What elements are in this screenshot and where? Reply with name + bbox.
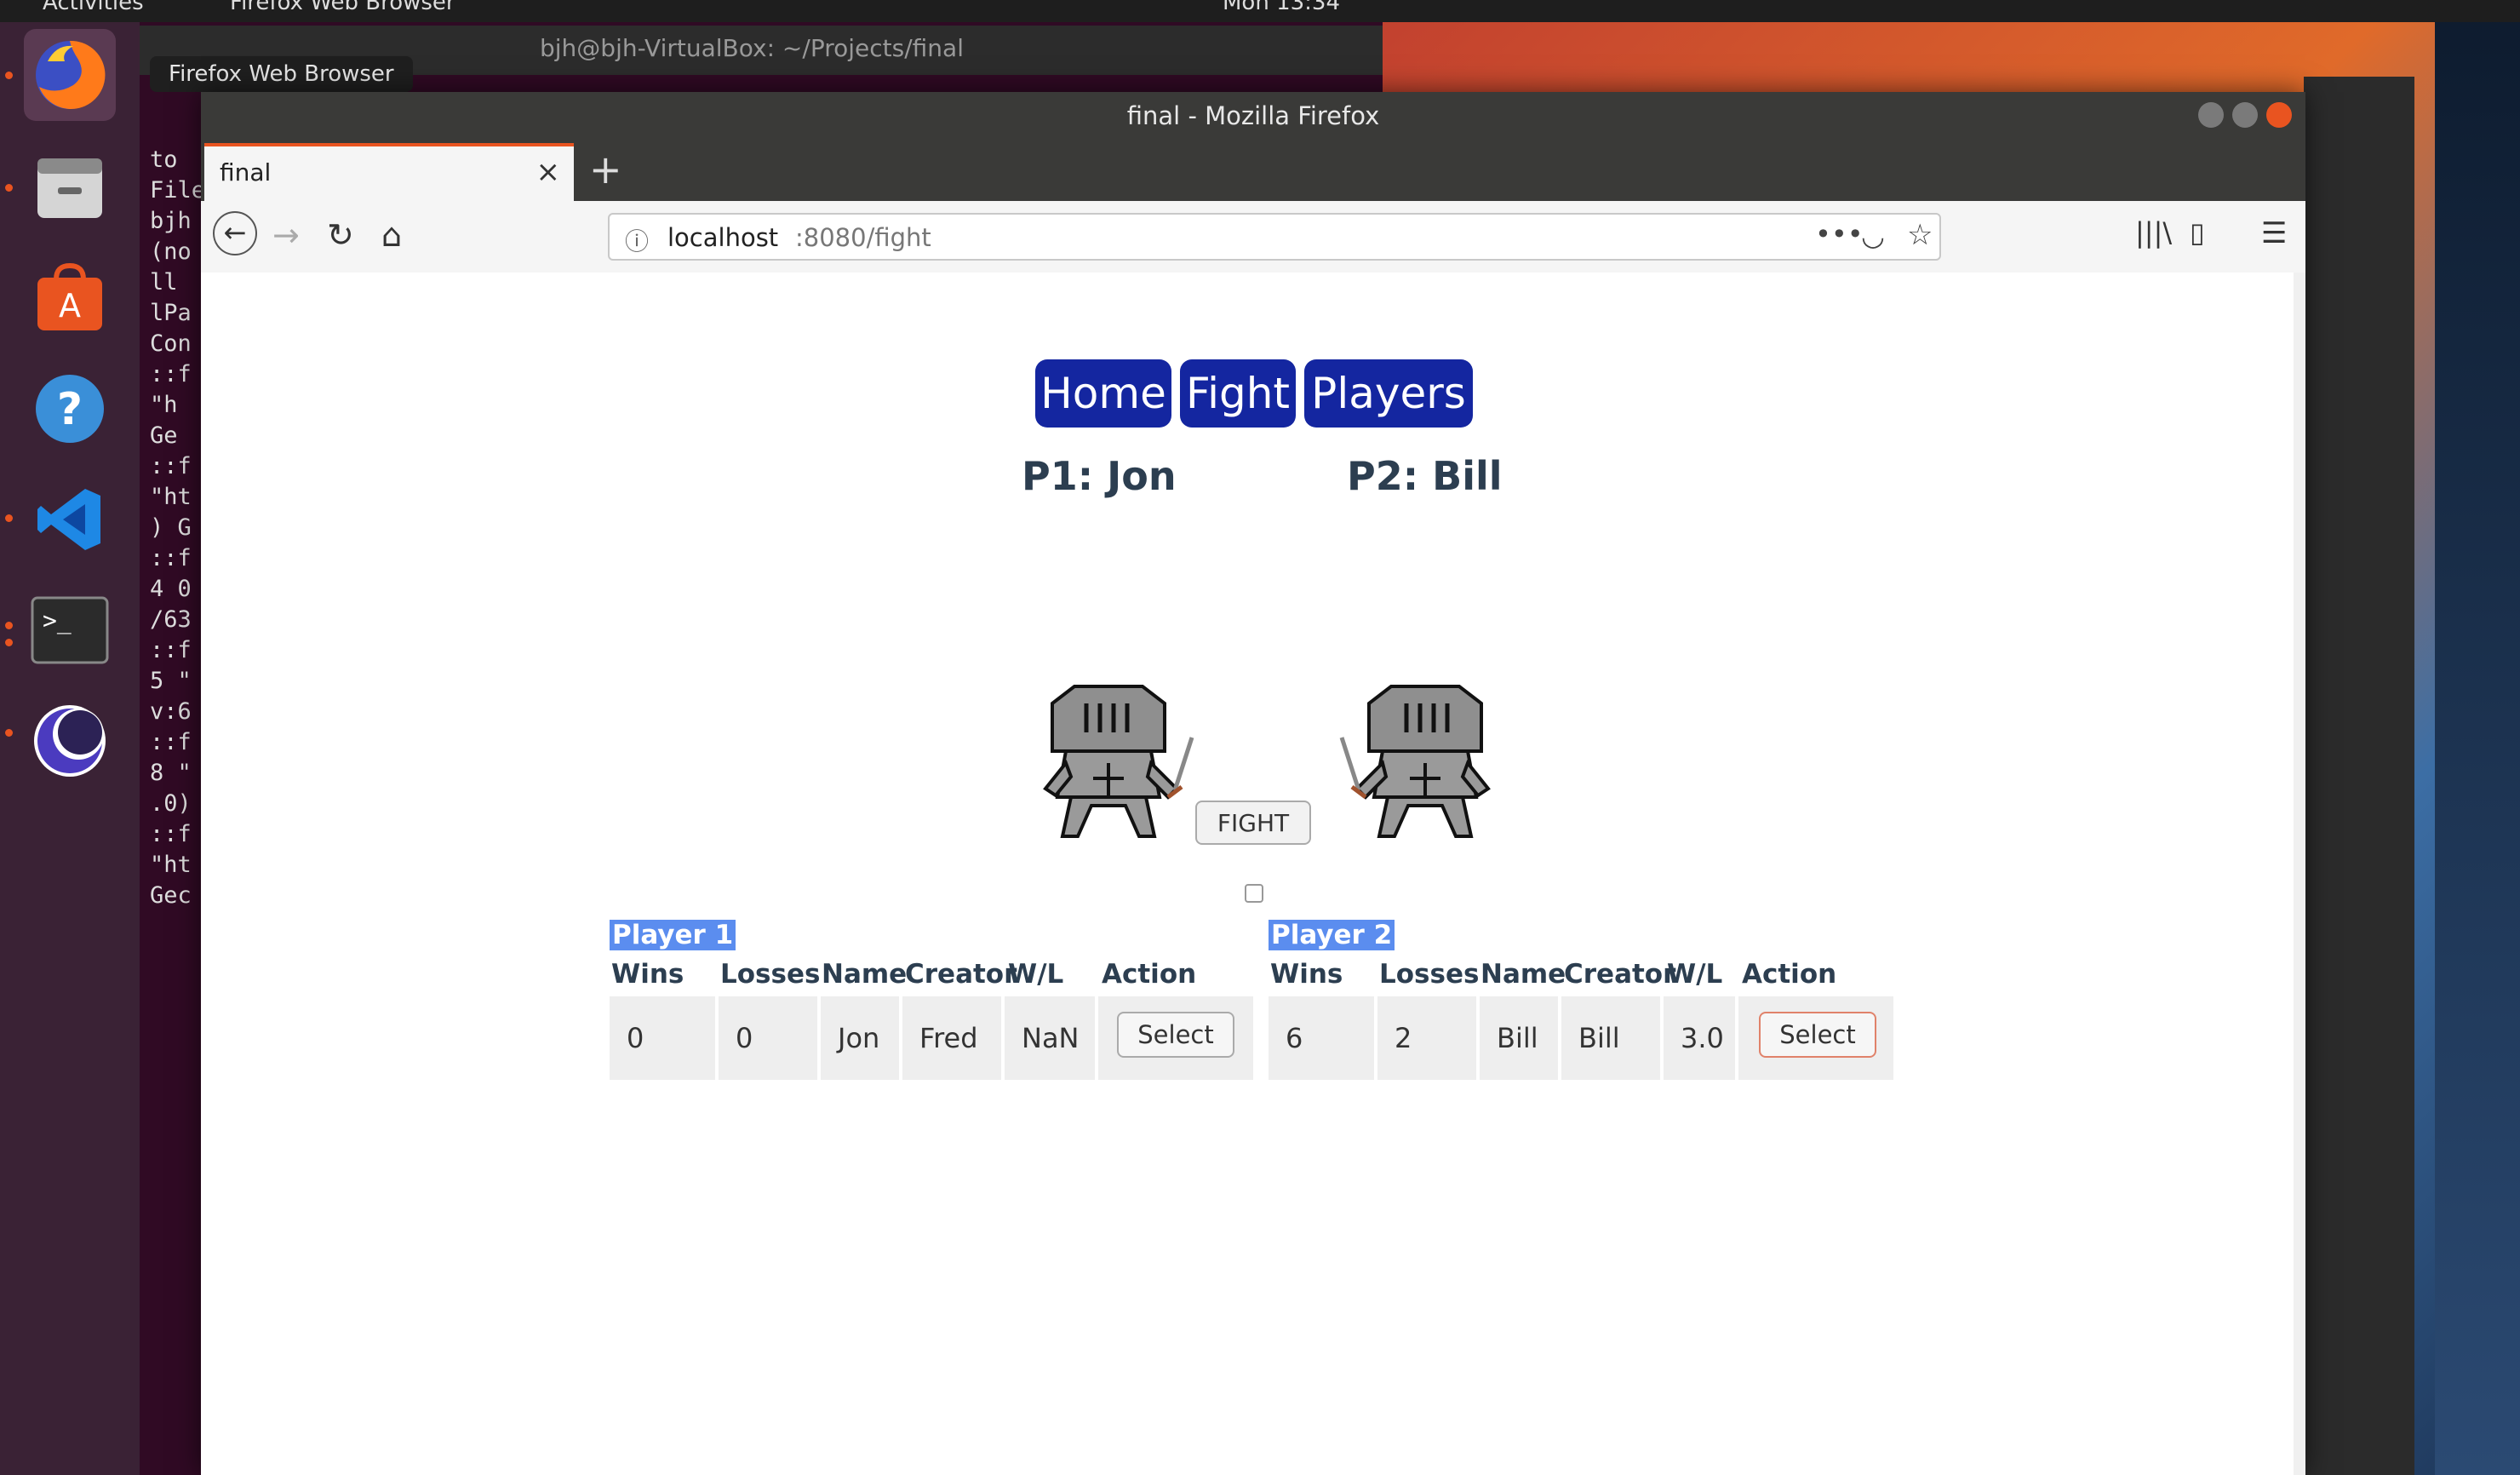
app-menu[interactable]: Firefox Web Browser — [230, 0, 455, 15]
software-icon[interactable]: A — [24, 252, 116, 344]
header-wl: W/L — [1008, 959, 1064, 990]
fight-button[interactable]: FIGHT — [1195, 801, 1311, 845]
running-indicator — [5, 729, 13, 737]
nav-players-button[interactable]: Players — [1304, 359, 1473, 428]
nav-fight-button[interactable]: Fight — [1180, 359, 1296, 428]
window-titlebar[interactable]: final - Mozilla Firefox — [201, 92, 2305, 140]
running-indicator — [5, 184, 13, 192]
url-bar[interactable]: ⓘ localhost :8080/fight ••• ◡ ☆ — [608, 213, 1941, 261]
menu-icon[interactable]: ☰ — [2261, 216, 2287, 250]
tab-final[interactable]: final × — [204, 143, 574, 201]
svg-text:?: ? — [57, 384, 83, 435]
new-tab-icon[interactable]: + — [589, 146, 622, 192]
tab-title: final — [220, 158, 272, 187]
home-icon[interactable]: ⌂ — [381, 216, 402, 254]
url-host: localhost — [667, 223, 779, 252]
player1-label: P1: Jon — [1022, 453, 1177, 499]
tab-close-icon[interactable]: × — [536, 155, 561, 189]
header-name: Name — [822, 959, 908, 990]
minimize-icon[interactable] — [2198, 102, 2224, 128]
cell-creator: Fred — [902, 996, 1001, 1080]
cell-wins: 6 — [1269, 996, 1374, 1080]
cell-creator: Bill — [1561, 996, 1660, 1080]
header-creator: Creator — [905, 959, 1017, 990]
player1-caption: Player 1 — [610, 920, 736, 950]
clock[interactable]: Mon 13:34 — [1223, 0, 1340, 15]
pocket-icon[interactable]: ◡ — [1861, 220, 1885, 252]
activities-button[interactable]: Activities — [43, 0, 144, 15]
back-icon[interactable]: ← — [213, 211, 257, 255]
running-indicator — [5, 514, 13, 522]
header-losses: Losses — [720, 959, 821, 990]
firefox-icon[interactable] — [24, 29, 116, 121]
bookmark-star-icon[interactable]: ☆ — [1907, 218, 1933, 252]
dock: A ? >_ — [0, 22, 140, 1475]
header-wins: Wins — [1270, 959, 1343, 990]
cell-wins: 0 — [610, 996, 715, 1080]
info-icon[interactable]: ⓘ — [625, 223, 649, 257]
svg-text:>_: >_ — [43, 606, 72, 635]
terminal-title: bjh@bjh-VirtualBox: ~/Projects/final — [540, 34, 964, 62]
player2-label: P2: Bill — [1347, 453, 1503, 499]
header-name: Name — [1480, 959, 1566, 990]
running-indicator — [5, 639, 13, 646]
sidebar-icon[interactable]: ▯ — [2190, 216, 2205, 249]
header-creator: Creator — [1564, 959, 1676, 990]
header-action: Action — [1742, 959, 1837, 990]
header-losses: Losses — [1379, 959, 1480, 990]
background-window — [2304, 77, 2414, 1475]
vscode-icon[interactable] — [24, 473, 116, 565]
maximize-icon[interactable] — [2232, 102, 2258, 128]
page-scrollbar[interactable] — [2294, 273, 2305, 1475]
cell-name: Bill — [1480, 996, 1558, 1080]
reload-icon[interactable]: ↻ — [327, 216, 354, 254]
dock-tooltip: Firefox Web Browser — [150, 56, 413, 92]
header-action: Action — [1102, 959, 1197, 990]
close-icon[interactable] — [2266, 102, 2292, 128]
top-panel: Activities Firefox Web Browser Mon 13:34 — [0, 0, 2520, 22]
cell-wl: NaN — [1005, 996, 1095, 1080]
select-player1-button[interactable]: Select — [1117, 1012, 1234, 1058]
web-page: Home Fight Players P1: Jon P2: Bill FIGH… — [201, 273, 2305, 1475]
header-wins: Wins — [611, 959, 684, 990]
running-indicator — [5, 622, 13, 629]
terminal-icon[interactable]: >_ — [24, 584, 116, 676]
select-player2-button[interactable]: Select — [1759, 1012, 1876, 1058]
firefox-window: final - Mozilla Firefox final × + ← → ↻ … — [201, 92, 2305, 1475]
eclipse-icon[interactable] — [24, 695, 116, 787]
desktop-wallpaper — [2435, 0, 2520, 1475]
navigation-toolbar: ← → ↻ ⌂ ⓘ localhost :8080/fight ••• ◡ ☆ … — [201, 201, 2305, 274]
page-actions-icon[interactable]: ••• — [1815, 218, 1864, 250]
cell-losses: 2 — [1377, 996, 1476, 1080]
library-icon[interactable]: |||\ — [2135, 216, 2172, 249]
knight-player2-image — [1339, 685, 1491, 838]
player2-caption: Player 2 — [1269, 920, 1395, 950]
cell-name: Jon — [821, 996, 899, 1080]
files-icon[interactable] — [24, 141, 116, 233]
url-path: :8080/fight — [795, 223, 931, 252]
cell-losses: 0 — [719, 996, 817, 1080]
header-wl: W/L — [1667, 959, 1723, 990]
checkbox[interactable] — [1245, 884, 1263, 903]
running-indicator — [5, 72, 13, 79]
forward-icon[interactable]: → — [272, 216, 300, 254]
cell-wl: 3.0 — [1664, 996, 1735, 1080]
help-icon[interactable]: ? — [24, 363, 116, 455]
nav-home-button[interactable]: Home — [1035, 359, 1171, 428]
svg-text:A: A — [59, 287, 81, 324]
window-title: final - Mozilla Firefox — [1126, 101, 1380, 130]
